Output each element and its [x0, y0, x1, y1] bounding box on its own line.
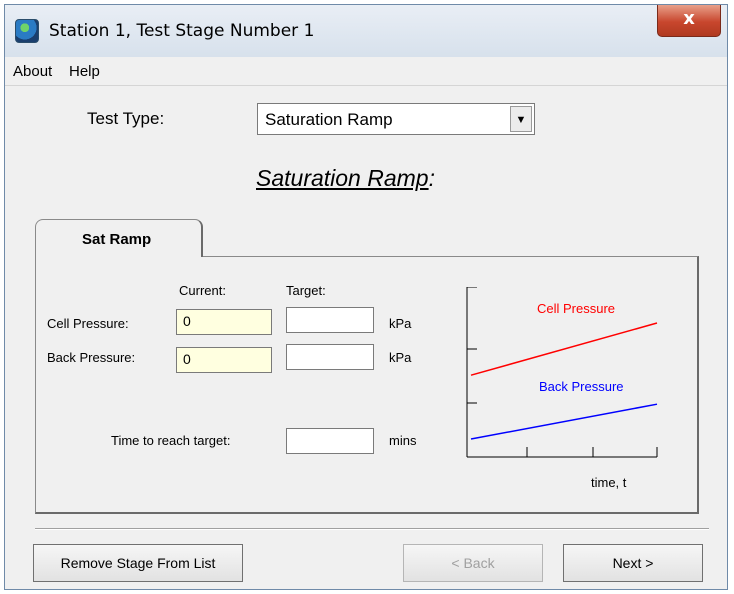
back-pressure-label: Back Pressure:	[47, 350, 136, 365]
test-type-label: Test Type:	[87, 109, 165, 128]
footer-separator	[35, 528, 709, 530]
globe-app-icon	[15, 19, 39, 43]
next-button-label: Next >	[612, 555, 654, 571]
time-to-target-label: Time to reach target:	[111, 433, 231, 448]
saturation-ramp-chart: Cell Pressure Back Pressure time, t	[466, 287, 658, 490]
menu-about[interactable]: About	[13, 63, 52, 80]
back-button[interactable]: < Back	[403, 544, 543, 582]
cell-pressure-current-field[interactable]: 0	[176, 309, 272, 335]
remove-stage-button-label: Remove Stage From List	[60, 555, 216, 571]
back-button-label: < Back	[451, 555, 495, 571]
back-pressure-series-label: Back Pressure	[539, 379, 624, 394]
current-column-header: Current:	[179, 283, 226, 298]
dialog-window: Station 1, Test Stage Number 1 x About H…	[4, 4, 728, 590]
cell-pressure-target-field[interactable]	[286, 307, 374, 333]
chart-x-axis-label: time, t	[591, 475, 627, 490]
title-bar: Station 1, Test Stage Number 1 x	[5, 5, 727, 57]
time-unit: mins	[389, 433, 417, 448]
test-type-select[interactable]: Saturation Ramp ▼	[257, 103, 535, 135]
back-pressure-unit: kPa	[389, 350, 412, 365]
tab-sat-ramp[interactable]: Sat Ramp	[35, 219, 203, 257]
cell-pressure-label: Cell Pressure:	[47, 316, 129, 331]
stage-heading-text: Saturation Ramp	[256, 165, 429, 191]
next-button[interactable]: Next >	[563, 544, 703, 582]
remove-stage-button[interactable]: Remove Stage From List	[33, 544, 243, 582]
back-pressure-current-field[interactable]: 0	[176, 347, 272, 373]
tab-sat-ramp-label: Sat Ramp	[82, 231, 152, 248]
test-type-selected-value: Saturation Ramp	[265, 110, 393, 129]
back-pressure-target-field[interactable]	[286, 344, 374, 370]
back-pressure-series-line	[470, 403, 658, 440]
stage-heading-suffix: :	[428, 165, 435, 191]
cell-pressure-series-label: Cell Pressure	[537, 301, 615, 316]
time-to-target-field[interactable]	[286, 428, 374, 454]
menu-bar: About Help	[5, 57, 727, 86]
menu-help[interactable]: Help	[69, 63, 100, 80]
cell-pressure-unit: kPa	[389, 316, 412, 331]
close-button[interactable]: x	[657, 5, 721, 37]
cell-pressure-series-line	[470, 322, 658, 376]
window-title: Station 1, Test Stage Number 1	[49, 21, 315, 41]
target-column-header: Target:	[286, 283, 326, 298]
stage-heading: Saturation Ramp:	[256, 165, 435, 192]
dropdown-arrow-icon[interactable]: ▼	[510, 106, 532, 132]
